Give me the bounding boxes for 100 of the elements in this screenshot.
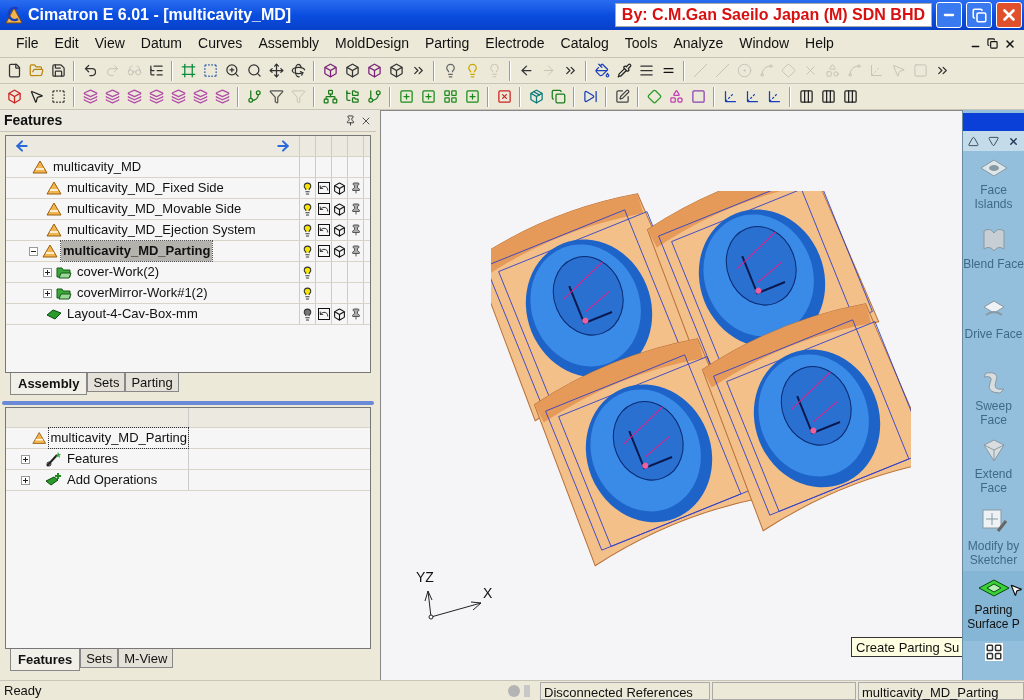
expand-icon[interactable] xyxy=(21,475,30,485)
cube-icon[interactable] xyxy=(333,307,346,321)
palette-tool[interactable]: Parting Surface P xyxy=(963,571,1024,641)
face-islands-icon xyxy=(978,157,1009,179)
bulb-icon[interactable] xyxy=(301,307,314,321)
expand-icon[interactable] xyxy=(43,288,52,298)
panel-tab[interactable]: Sets xyxy=(80,649,119,668)
close-icon xyxy=(1000,6,1018,24)
tree-item-label[interactable]: multicavity_MD xyxy=(51,157,144,177)
tool-label: Sweep Face xyxy=(974,399,1013,427)
bulb-icon[interactable] xyxy=(301,265,314,279)
wand-icon xyxy=(45,451,63,467)
status-message: Ready xyxy=(3,681,43,700)
expand-icon[interactable] xyxy=(21,454,30,464)
tool-label: Drive Face xyxy=(964,327,1023,341)
undo-box-icon[interactable] xyxy=(317,182,330,194)
pyramid-icon xyxy=(32,160,48,174)
panel-tab[interactable]: Assembly xyxy=(10,373,88,395)
window-title: Cimatron E 6.01 - [multicavity_MD] xyxy=(28,5,292,25)
scroll-down-icon[interactable] xyxy=(988,135,999,147)
panel-tab[interactable]: Parting xyxy=(125,373,179,392)
bulb-icon[interactable] xyxy=(301,244,314,258)
panel-tab[interactable]: M-View xyxy=(118,649,174,668)
tree-item-label[interactable]: Add Operations xyxy=(66,470,159,490)
menu-item[interactable]: Assembly xyxy=(250,33,328,54)
menu-item[interactable]: Edit xyxy=(46,33,87,54)
restore-icon[interactable] xyxy=(987,38,998,49)
status-references: Disconnected References xyxy=(540,681,710,700)
undo-box-icon[interactable] xyxy=(317,224,330,236)
tree-item-label[interactable]: cover-Work(2) xyxy=(75,262,162,282)
restore-button[interactable] xyxy=(966,2,992,28)
cursor-icon xyxy=(1009,583,1023,597)
tool-label: Modify by Sketcher xyxy=(966,539,1021,567)
restore-icon xyxy=(971,7,987,23)
menu-item[interactable]: Analyze xyxy=(665,33,732,54)
panel-tab[interactable]: Features xyxy=(10,649,81,671)
undo-box-icon[interactable] xyxy=(317,245,330,257)
app-logo-icon[interactable] xyxy=(4,5,24,25)
cube-icon[interactable] xyxy=(333,244,346,258)
close-icon[interactable] xyxy=(1008,135,1020,147)
folder-icon xyxy=(56,286,72,300)
menu-item[interactable]: Tools xyxy=(616,33,666,54)
cube-icon[interactable] xyxy=(333,181,346,195)
pyramid-icon xyxy=(46,202,62,216)
pin-icon[interactable] xyxy=(349,308,362,320)
tooltip: Create Parting Su xyxy=(851,637,962,657)
tree-item-label[interactable]: multicavity_MD_Ejection System xyxy=(65,220,258,240)
bulb-icon[interactable] xyxy=(301,223,314,237)
menu-item[interactable]: Catalog xyxy=(552,33,617,54)
pin-icon[interactable] xyxy=(349,245,362,257)
pin-icon[interactable] xyxy=(345,115,356,126)
expand-icon[interactable] xyxy=(43,267,52,277)
bulb-icon[interactable] xyxy=(301,202,314,216)
bulb-icon[interactable] xyxy=(301,181,314,195)
collapse-icon[interactable] xyxy=(29,246,38,256)
menu-item[interactable]: Help xyxy=(797,33,842,54)
tree-item-label[interactable]: Layout-4-Cav-Box-mm xyxy=(65,304,200,324)
cube-icon[interactable] xyxy=(333,202,346,216)
scroll-up-icon[interactable] xyxy=(967,135,979,147)
arrow-right-icon[interactable] xyxy=(275,138,291,154)
tree-item-label[interactable]: multicavity_MD_Parting xyxy=(61,241,213,261)
menu-item[interactable]: Curves xyxy=(190,33,251,54)
arrow-left-icon[interactable] xyxy=(14,138,30,154)
menu-item[interactable]: MoldDesign xyxy=(327,33,417,54)
tree-item-label[interactable]: multicavity_MD_Movable Side xyxy=(65,199,244,219)
parting-surface-icon xyxy=(976,577,1011,599)
palette-title-bar xyxy=(963,113,1024,131)
menu-item[interactable]: Electrode xyxy=(477,33,553,54)
tool-label: Face Islands xyxy=(973,183,1014,211)
tree-item-label[interactable]: coverMirror-Work#1(2) xyxy=(75,283,210,303)
menu-item[interactable]: File xyxy=(8,33,47,54)
tree-item-label[interactable]: Features xyxy=(66,449,120,469)
pin-icon[interactable] xyxy=(349,182,362,194)
menu-item[interactable]: View xyxy=(86,33,133,54)
status-active-part: multicavity_MD_Parting xyxy=(858,681,1024,700)
close-button[interactable] xyxy=(996,2,1022,28)
pin-icon[interactable] xyxy=(349,224,362,236)
author-banner: By: C.M.Gan Saeilo Japan (M) SDN BHD xyxy=(614,3,932,27)
undo-box-icon[interactable] xyxy=(317,308,330,320)
bulb-icon[interactable] xyxy=(301,286,314,300)
pyramid-icon xyxy=(46,223,62,237)
palette-icon[interactable] xyxy=(984,643,1003,661)
tool-label: Blend Face xyxy=(963,257,1024,271)
panel-tab[interactable]: Sets xyxy=(87,373,126,392)
menu-item[interactable]: Window xyxy=(731,33,798,54)
tree-item-label[interactable]: multicavity_MD_Parting xyxy=(49,428,188,448)
pin-icon[interactable] xyxy=(349,203,362,215)
undo-box-icon[interactable] xyxy=(317,203,330,215)
folder-icon xyxy=(56,265,72,279)
menu-item[interactable]: Datum xyxy=(132,33,190,54)
axis-label: YZ xyxy=(416,568,434,587)
close-icon[interactable] xyxy=(1004,37,1016,50)
menu-item[interactable]: Parting xyxy=(417,33,478,54)
slab-icon xyxy=(46,308,62,320)
cube-icon[interactable] xyxy=(333,223,346,237)
tree-item-label[interactable]: multicavity_MD_Fixed Side xyxy=(65,178,226,198)
minimize-button[interactable] xyxy=(936,2,962,28)
pyramid-icon xyxy=(46,181,62,195)
pyramid-icon xyxy=(32,431,47,445)
add-folder-icon xyxy=(45,472,63,488)
